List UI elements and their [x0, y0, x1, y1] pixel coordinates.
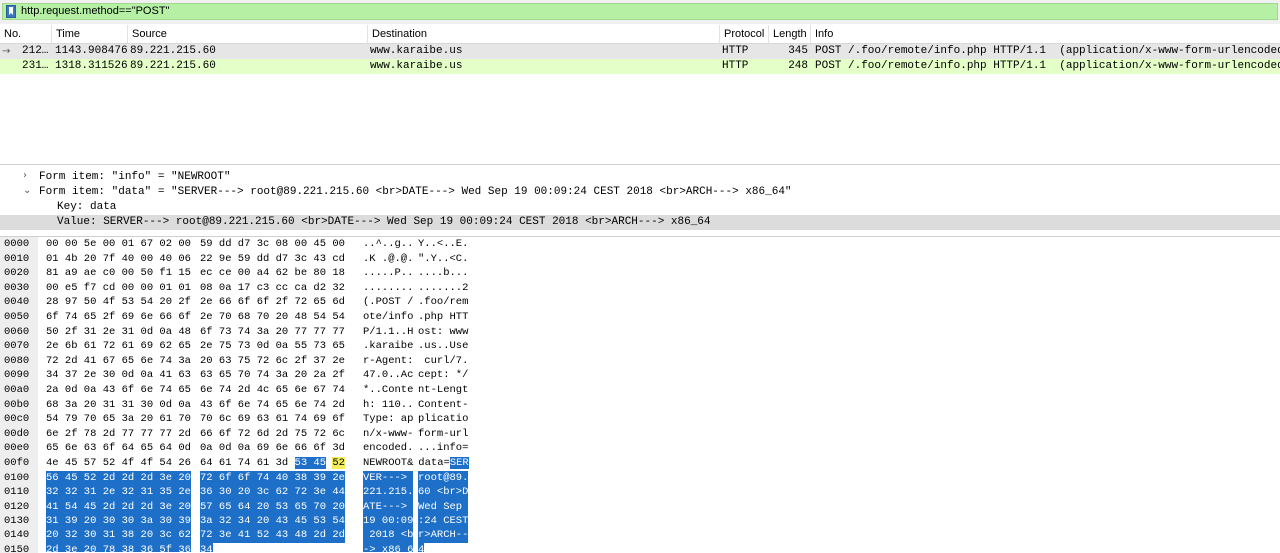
ascii-group-1[interactable]: -> x86_6 — [363, 542, 414, 552]
packet-protocol: HTTP — [722, 45, 749, 57]
packet-info: POST /.foo/remote/info.php HTTP/1.1 (app… — [815, 60, 1280, 72]
hex-group-1[interactable]: 20 32 30 31 38 20 3c 62 — [46, 528, 191, 543]
display-filter-input[interactable]: http.request.method=="POST" — [2, 3, 1278, 20]
packet-details-pane: › Form item: "info" = "NEWROOT" ⌄ Form i… — [0, 164, 1280, 235]
ascii-group-2[interactable]: 4 — [418, 542, 425, 552]
packet-time: 1318.311526 — [55, 60, 128, 72]
packet-protocol: HTTP — [722, 60, 749, 72]
packet-length: 248 — [788, 60, 808, 72]
packet-list: No. Time Source Destination Protocol Len… — [0, 25, 1280, 163]
packet-info: POST /.foo/remote/info.php HTTP/1.1 (app… — [815, 45, 1280, 57]
column-header-source[interactable]: Source — [128, 25, 368, 43]
bookmark-icon[interactable] — [6, 5, 16, 18]
request-arrow-icon: → — [2, 46, 11, 57]
filter-text: http.request.method=="POST" — [21, 5, 170, 17]
chevron-right-icon[interactable]: › — [23, 170, 27, 181]
packet-list-header: No. Time Source Destination Protocol Len… — [0, 25, 1280, 44]
packet-row[interactable]: 231… 1318.311526 89.221.215.60 www.karai… — [0, 59, 1280, 74]
packet-time: 1143.908476 — [55, 45, 128, 57]
form-item-key[interactable]: Key: data — [57, 200, 116, 215]
column-header-protocol[interactable]: Protocol — [720, 25, 769, 43]
column-header-length[interactable]: Length — [769, 25, 811, 43]
column-header-no[interactable]: No. — [0, 25, 52, 43]
column-header-destination[interactable]: Destination — [368, 25, 720, 43]
packet-bytes-overflow: 0140 20 32 30 31 38 20 3c 62 72 3e 41 52 4… — [0, 236, 1280, 552]
ascii-group-1[interactable]: 2018 <b — [363, 528, 414, 543]
form-item-info[interactable]: Form item: "info" = "NEWROOT" — [39, 170, 230, 185]
packet-source: 89.221.215.60 — [130, 60, 216, 72]
chevron-down-icon[interactable]: ⌄ — [23, 185, 31, 196]
column-header-time[interactable]: Time — [52, 25, 128, 43]
display-filter-toolbar: http.request.method=="POST" — [0, 0, 1280, 24]
packet-no: 212… — [22, 45, 49, 57]
byte-offset: 0150 — [4, 543, 30, 552]
column-header-info[interactable]: Info — [811, 25, 1280, 43]
packet-row[interactable]: → 212… 1143.908476 89.221.215.60 www.kar… — [0, 44, 1280, 59]
hex-group-2[interactable]: 72 3e 41 52 43 48 2d 2d — [200, 528, 345, 543]
form-item-value-row[interactable]: Value: SERVER---> root@89.221.215.60 <br… — [0, 215, 1280, 230]
hex-group-1[interactable]: 2d 3e 20 78 38 36 5f 36 — [46, 542, 191, 552]
packet-destination: www.karaibe.us — [370, 45, 463, 57]
hex-group-2[interactable]: 34 — [200, 542, 213, 552]
packet-length: 345 — [788, 45, 808, 57]
ascii-group-2[interactable]: r>ARCH-- — [418, 528, 469, 543]
form-item-data[interactable]: Form item: "data" = "SERVER---> root@89.… — [39, 185, 792, 200]
byte-offset: 0140 — [4, 529, 30, 541]
packet-no: 231… — [22, 60, 49, 72]
form-item-value: Value: SERVER---> root@89.221.215.60 <br… — [57, 216, 711, 228]
packet-source: 89.221.215.60 — [130, 45, 216, 57]
packet-destination: www.karaibe.us — [370, 60, 463, 72]
